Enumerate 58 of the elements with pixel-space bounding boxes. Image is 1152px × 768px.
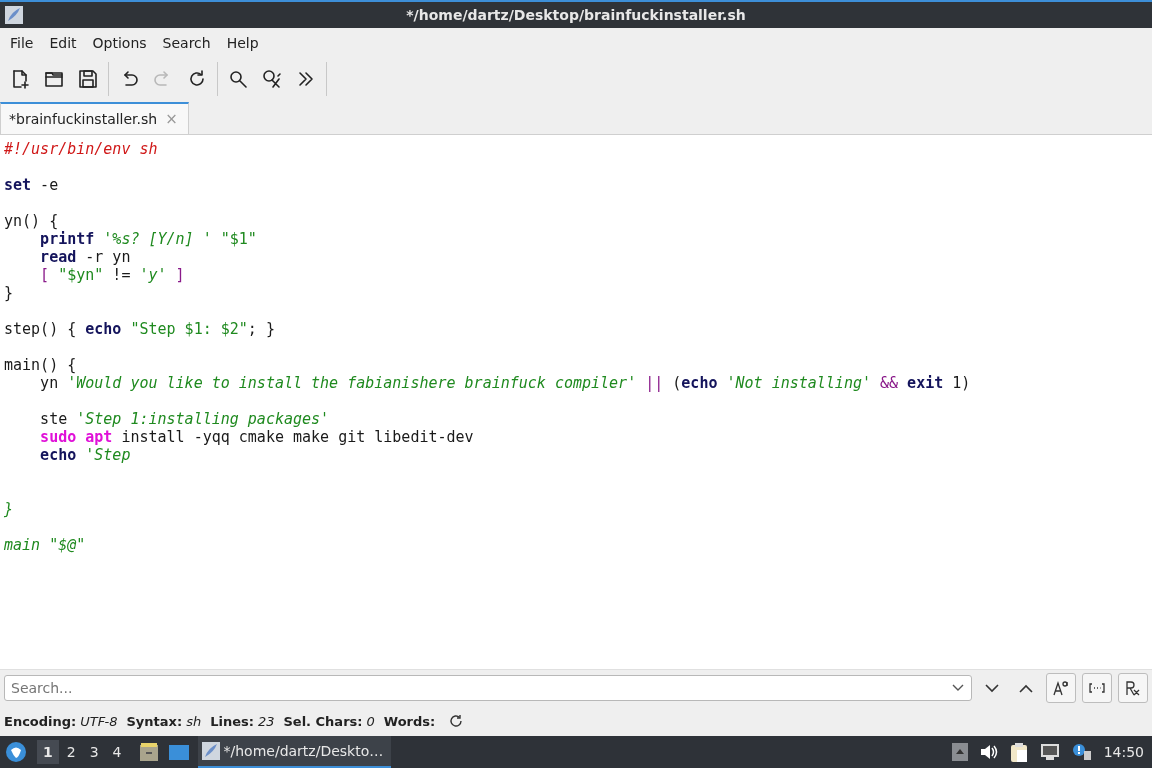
menu-item[interactable]: Edit [41, 34, 85, 51]
dropdown-icon[interactable] [952, 684, 964, 692]
workspace-button[interactable]: 4 [106, 740, 128, 764]
status-value: UTF-8 [80, 713, 118, 729]
task-button[interactable]: */home/dartz/Deskto… [197, 736, 392, 768]
status-label: Lines: [210, 713, 254, 729]
find-replace-icon [261, 67, 283, 90]
regex-icon [1124, 679, 1142, 697]
feather-icon [201, 742, 220, 760]
code-line: echo 'Step [39, 446, 131, 464]
menu-item[interactable]: Options [84, 34, 155, 51]
code-line: ste 'Step 1:installing packages' [39, 410, 330, 428]
eject-icon[interactable] [951, 743, 968, 761]
code-line: read -r yn [39, 248, 131, 266]
code-line: set -e [4, 176, 59, 194]
code-line: main() { [4, 356, 77, 374]
code-line: step() { echo "Step $1: $2"; } [4, 320, 275, 338]
search-field[interactable]: Search... [4, 675, 972, 701]
regex-button[interactable] [1118, 673, 1148, 703]
code-line: #!/usr/bin/env sh [4, 140, 158, 158]
code-line: [ "$yn" != 'y' ] [39, 266, 185, 284]
status-value: 0 [366, 713, 375, 729]
workspace-button[interactable]: 2 [60, 740, 82, 764]
status-value: 23 [257, 713, 275, 729]
refresh-icon[interactable] [449, 714, 464, 728]
volume-icon[interactable] [979, 744, 998, 760]
status-label: Encoding: [4, 713, 77, 729]
status-label: Words: [383, 713, 436, 729]
file-cabinet-icon[interactable] [137, 741, 160, 763]
menu-item[interactable]: File [2, 34, 42, 51]
notification-icon[interactable] [1071, 743, 1092, 761]
status-label: Sel. Chars: [283, 713, 363, 729]
start-menu-icon[interactable] [5, 741, 27, 763]
code-line: yn 'Would you like to install the fabianishere brainfuck compiler' || (echo 'Not installing' && exit 1) [39, 374, 971, 392]
menu-item[interactable]: Help [218, 34, 267, 51]
chevron-down-icon[interactable] [985, 683, 999, 693]
chevron-up-icon[interactable] [1019, 683, 1033, 693]
code-line: } [4, 500, 14, 518]
code-line: printf '%s? [Y/n] ' "$1" [39, 230, 257, 248]
code-line: yn() { [4, 212, 59, 230]
workspace-button[interactable]: 1 [37, 740, 59, 764]
status-label: Syntax: [126, 713, 183, 729]
menu-item[interactable]: Search [154, 34, 219, 51]
code-line: sudo apt install -yqq cmake make git libedit-dev [39, 428, 474, 446]
font-case-icon [1052, 679, 1070, 697]
code-line: } [4, 284, 14, 302]
network-icon[interactable] [1039, 743, 1060, 761]
feather-icon [5, 6, 23, 24]
save-icon [77, 67, 99, 90]
status-value: sh [186, 713, 202, 729]
clock: 14:50 [1103, 744, 1144, 760]
code-line: main "$@" [4, 536, 86, 554]
whole-word-button[interactable] [1082, 673, 1112, 703]
match-case-button[interactable] [1046, 673, 1076, 703]
window-title: */home/dartz/Desktop/brainfuckinstaller.sh [406, 7, 746, 23]
workspace-button[interactable]: 3 [83, 740, 105, 764]
clipboard-icon[interactable] [1009, 742, 1028, 762]
file-tab[interactable]: *brainfuckinstaller.sh × [0, 102, 189, 134]
